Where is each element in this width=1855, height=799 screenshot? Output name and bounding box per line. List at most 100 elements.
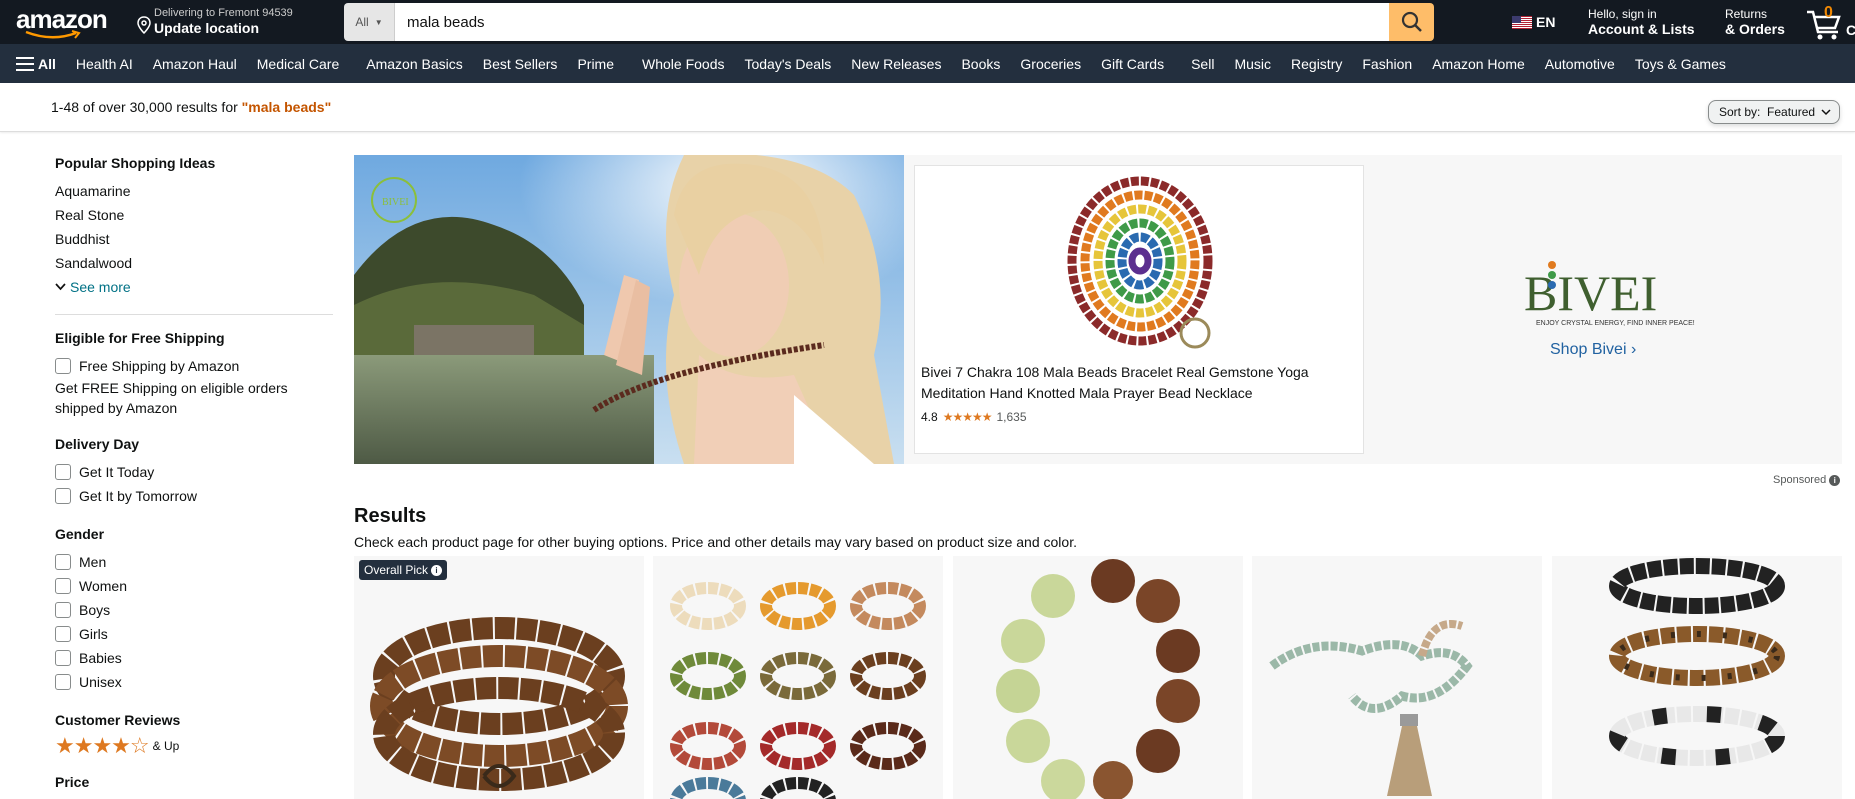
checkbox-label: Unisex	[79, 674, 122, 690]
nav-item-amazon-basics[interactable]: Amazon Basics	[366, 56, 462, 72]
nav-item-sell[interactable]: Sell	[1191, 56, 1214, 72]
product-card[interactable]	[1552, 556, 1842, 799]
checkbox[interactable]	[55, 674, 71, 690]
results-heading: Results	[354, 505, 427, 527]
popular-idea-link[interactable]: Sandalwood	[55, 251, 335, 275]
search-category-dropdown[interactable]: All ▼	[344, 3, 395, 41]
rating-value: 4.8	[921, 410, 938, 424]
banner-watermark: BIVEI	[382, 197, 409, 208]
nav-item-books[interactable]: Books	[961, 56, 1000, 72]
overall-pick-badge[interactable]: Overall Pick i	[359, 560, 448, 580]
checkbox-label: Free Shipping by Amazon	[79, 358, 240, 374]
banner-photo: BIVEI	[354, 155, 904, 464]
checkbox[interactable]	[55, 626, 71, 642]
product-image[interactable]	[354, 556, 644, 799]
checkbox[interactable]	[55, 578, 71, 594]
caret-down-icon: ▼	[374, 17, 383, 27]
gender-checkbox-row[interactable]: Women	[55, 574, 335, 598]
popular-idea-link[interactable]: Real Stone	[55, 203, 335, 227]
main-nav: All Health AI Amazon Haul Medical Care A…	[0, 44, 1855, 83]
logo-text: amazon	[16, 4, 108, 34]
gender-checkbox-row[interactable]: Boys	[55, 598, 335, 622]
checkbox-label: Girls	[79, 626, 108, 642]
results-count-text: 1-48 of over 30,000 results for	[51, 99, 242, 115]
delivery-checkbox-row[interactable]: Get It Today	[55, 460, 335, 484]
gender-checkbox-row[interactable]: Babies	[55, 646, 335, 670]
nav-item-best-sellers[interactable]: Best Sellers	[483, 56, 558, 72]
popular-ideas-heading: Popular Shopping Ideas	[55, 155, 216, 171]
nav-item-fashion[interactable]: Fashion	[1362, 56, 1412, 72]
nav-item-gift-cards[interactable]: Gift Cards	[1101, 56, 1164, 72]
brand-logo[interactable]: BIVEI ENJOY CRYSTAL ENERGY, FIND INNER P…	[1504, 255, 1704, 335]
nav-item-new-releases[interactable]: New Releases	[851, 56, 941, 72]
gender-checkbox-row[interactable]: Men	[55, 550, 335, 574]
nav-item-registry[interactable]: Registry	[1291, 56, 1342, 72]
nav-item-groceries[interactable]: Groceries	[1020, 56, 1081, 72]
chevron-down-icon	[55, 283, 66, 291]
search-bar: All ▼	[344, 3, 1434, 41]
product-card[interactable]	[1252, 556, 1542, 799]
popular-idea-link[interactable]: Buddhist	[55, 227, 335, 251]
results-count: 1-48 of over 30,000 results for "mala be…	[51, 99, 331, 115]
nav-item-todays-deals[interactable]: Today's Deals	[744, 56, 831, 72]
product-image[interactable]	[1252, 556, 1542, 799]
gender-checkbox-row[interactable]: Unisex	[55, 670, 335, 694]
language-label: EN	[1536, 14, 1556, 30]
checkbox[interactable]	[55, 650, 71, 666]
product-card[interactable]: Overall Pick i	[354, 556, 644, 799]
see-more-link[interactable]: See more	[55, 275, 335, 299]
nav-item-automotive[interactable]: Automotive	[1545, 56, 1615, 72]
delivery-checkbox-row[interactable]: Get It by Tomorrow	[55, 484, 335, 508]
nav-item-music[interactable]: Music	[1234, 56, 1271, 72]
nav-item-amazon-haul[interactable]: Amazon Haul	[153, 56, 237, 72]
delivery-day-heading: Delivery Day	[55, 436, 140, 452]
free-shipping-checkbox-row[interactable]: Free Shipping by Amazon	[55, 354, 335, 378]
brand-name: BIVEI	[1524, 265, 1657, 321]
checkbox[interactable]	[55, 602, 71, 618]
chakra-mala-image[interactable]	[915, 166, 1365, 350]
product-image[interactable]	[1552, 556, 1842, 799]
product-card[interactable]	[653, 556, 943, 799]
account-menu[interactable]: Hello, sign in Account & Lists	[1588, 7, 1695, 37]
all-menu-button[interactable]: All	[16, 56, 56, 72]
checkbox[interactable]	[55, 464, 71, 480]
nav-item-amazon-home[interactable]: Amazon Home	[1432, 56, 1525, 72]
four-stars-up-filter[interactable]: ★★★★☆ & Up	[55, 735, 335, 757]
returns-orders-link[interactable]: Returns & Orders	[1725, 7, 1785, 37]
sort-dropdown[interactable]: Sort by: Featured	[1708, 100, 1840, 124]
product-image[interactable]	[953, 556, 1243, 799]
checkbox[interactable]	[55, 488, 71, 504]
gender-heading: Gender	[55, 526, 105, 542]
sponsored-label[interactable]: Sponsored i	[1773, 474, 1841, 486]
popular-idea-link[interactable]: Aquamarine	[55, 179, 335, 203]
nav-item-toys-games[interactable]: Toys & Games	[1635, 56, 1726, 72]
sponsored-product-title[interactable]: Bivei 7 Chakra 108 Mala Beads Bracelet R…	[921, 362, 1341, 404]
info-icon: i	[431, 564, 443, 576]
sponsored-product-card[interactable]: Bivei 7 Chakra 108 Mala Beads Bracelet R…	[914, 165, 1364, 454]
deliver-line2: Update location	[154, 20, 260, 36]
sponsored-banner[interactable]: BIVEI Bivei 7 Chakra 108 Mala Beads Brac…	[354, 155, 1842, 464]
sponsored-product-rating[interactable]: 4.8 ★★★★★ 1,635	[921, 410, 1027, 424]
nav-item-health-ai[interactable]: Health AI	[76, 56, 133, 72]
nav-item-prime[interactable]: Prime	[577, 56, 614, 72]
gender-checkbox-row[interactable]: Girls	[55, 622, 335, 646]
nav-item-whole-foods[interactable]: Whole Foods	[642, 56, 724, 72]
product-card[interactable]	[953, 556, 1243, 799]
amazon-logo[interactable]: amazon	[16, 4, 116, 39]
checkbox[interactable]	[55, 554, 71, 570]
search-icon	[1401, 11, 1422, 32]
banner-lifestyle-image[interactable]: BIVEI	[354, 155, 904, 464]
checkbox-label: Get It Today	[79, 464, 155, 480]
delivery-location[interactable]: Delivering to Fremont 94539 Update locat…	[136, 6, 293, 38]
shop-brand-link[interactable]: Shop Bivei ›	[1550, 341, 1636, 359]
checkbox[interactable]	[55, 358, 71, 374]
cart-button[interactable]: 0 C	[1806, 4, 1855, 40]
checkbox-label: Men	[79, 554, 107, 570]
product-image[interactable]	[653, 556, 943, 799]
search-input[interactable]	[395, 3, 1389, 41]
language-selector[interactable]: EN	[1512, 14, 1555, 30]
top-nav: amazon Delivering to Fremont 94539 Updat…	[0, 0, 1855, 44]
sponsored-text: Sponsored	[1773, 474, 1827, 486]
nav-item-medical-care[interactable]: Medical Care	[257, 56, 339, 72]
search-button[interactable]	[1389, 3, 1434, 41]
